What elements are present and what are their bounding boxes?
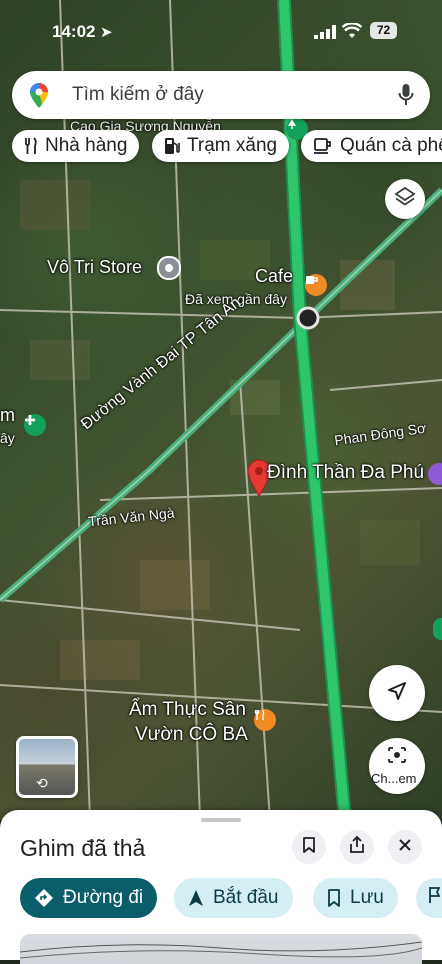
status-bar: 14:02 ➤ 72 — [0, 22, 442, 44]
start-label: Bắt đầu — [213, 887, 279, 908]
save-bookmark-button[interactable] — [292, 830, 326, 864]
maps-logo-icon — [28, 83, 50, 114]
cafe-marker-icon[interactable] — [305, 274, 327, 296]
more-actions-button[interactable] — [416, 878, 442, 918]
share-button[interactable] — [340, 830, 374, 864]
chip-coffee[interactable]: Quán cà phê — [301, 130, 442, 162]
sheet-drag-handle[interactable] — [201, 818, 241, 822]
layers-icon — [394, 186, 416, 213]
bottom-sheet[interactable]: Ghim đã thả Đường đi Bắt đầu Lưu — [0, 810, 442, 964]
chip-restaurants[interactable]: Nhà hàng — [12, 130, 140, 162]
wifi-icon — [341, 22, 363, 44]
map-label-left-edge-1: m — [0, 405, 15, 425]
status-time: 14:02 — [52, 22, 96, 41]
share-icon — [349, 835, 365, 859]
close-button[interactable] — [388, 830, 422, 864]
bookmark-icon — [302, 836, 316, 858]
battery-indicator: 72 — [370, 22, 397, 39]
save-button[interactable]: Lưu — [313, 878, 398, 918]
restaurant-marker-icon[interactable] — [254, 709, 276, 731]
directions-button[interactable]: Đường đi — [20, 878, 158, 918]
street-view-thumbnail[interactable]: ⟲ — [16, 736, 78, 798]
bookmark-icon — [327, 889, 341, 907]
chip-gas-stations-label: Trạm xăng — [187, 135, 278, 156]
map-label-cafe[interactable]: Cafe — [255, 266, 293, 287]
store-marker-icon[interactable] — [157, 256, 181, 280]
sheet-title: Ghim đã thả — [20, 835, 146, 861]
map-label-restaurant-2[interactable]: Vườn CÔ BA — [135, 724, 248, 746]
my-location-button[interactable] — [369, 665, 425, 721]
chip-restaurants-label: Nhà hàng — [45, 135, 128, 156]
search-bar[interactable]: Tìm kiếm ở đây — [12, 71, 430, 119]
navigation-arrow-icon — [188, 889, 204, 907]
flag-icon — [428, 886, 441, 910]
fork-knife-icon — [24, 137, 38, 155]
map-label-left-edge-2: ây — [0, 430, 15, 446]
flower-marker-icon[interactable] — [24, 414, 46, 436]
close-icon — [398, 838, 412, 857]
chip-coffee-label: Quán cà phê — [340, 135, 442, 156]
location-arrow-icon: ➤ — [100, 24, 113, 41]
cellular-signal-icon — [314, 25, 336, 44]
rotate-360-icon: ⟲ — [36, 775, 48, 791]
map-label-restaurant-1[interactable]: Ẩm Thực Sân — [129, 699, 246, 721]
search-placeholder[interactable]: Tìm kiếm ở đây — [72, 84, 204, 106]
microphone-icon[interactable] — [398, 83, 414, 112]
gas-station-icon — [164, 137, 180, 155]
directions-icon — [34, 888, 54, 908]
camera-lens-icon — [387, 746, 407, 769]
lens-button[interactable]: Ch...em — [369, 738, 425, 794]
lens-label: Ch...em — [371, 771, 417, 786]
start-button[interactable]: Bắt đầu — [174, 878, 293, 918]
map-label-dinh-than-da-phu[interactable]: Đình Thần Đa Phú — [267, 462, 424, 484]
edge-marker-icon[interactable] — [433, 618, 442, 640]
category-chips: Nhà hàng Trạm xăng Quán cà phê — [0, 130, 442, 164]
navigation-arrow-icon — [386, 680, 408, 707]
layers-button[interactable] — [385, 179, 425, 219]
map-label-store[interactable]: Vô Tri Store — [47, 257, 142, 278]
coffee-cup-icon — [313, 137, 333, 155]
chip-gas-stations[interactable]: Trạm xăng — [152, 130, 290, 162]
directions-label: Đường đi — [63, 887, 144, 908]
save-label: Lưu — [350, 887, 384, 908]
